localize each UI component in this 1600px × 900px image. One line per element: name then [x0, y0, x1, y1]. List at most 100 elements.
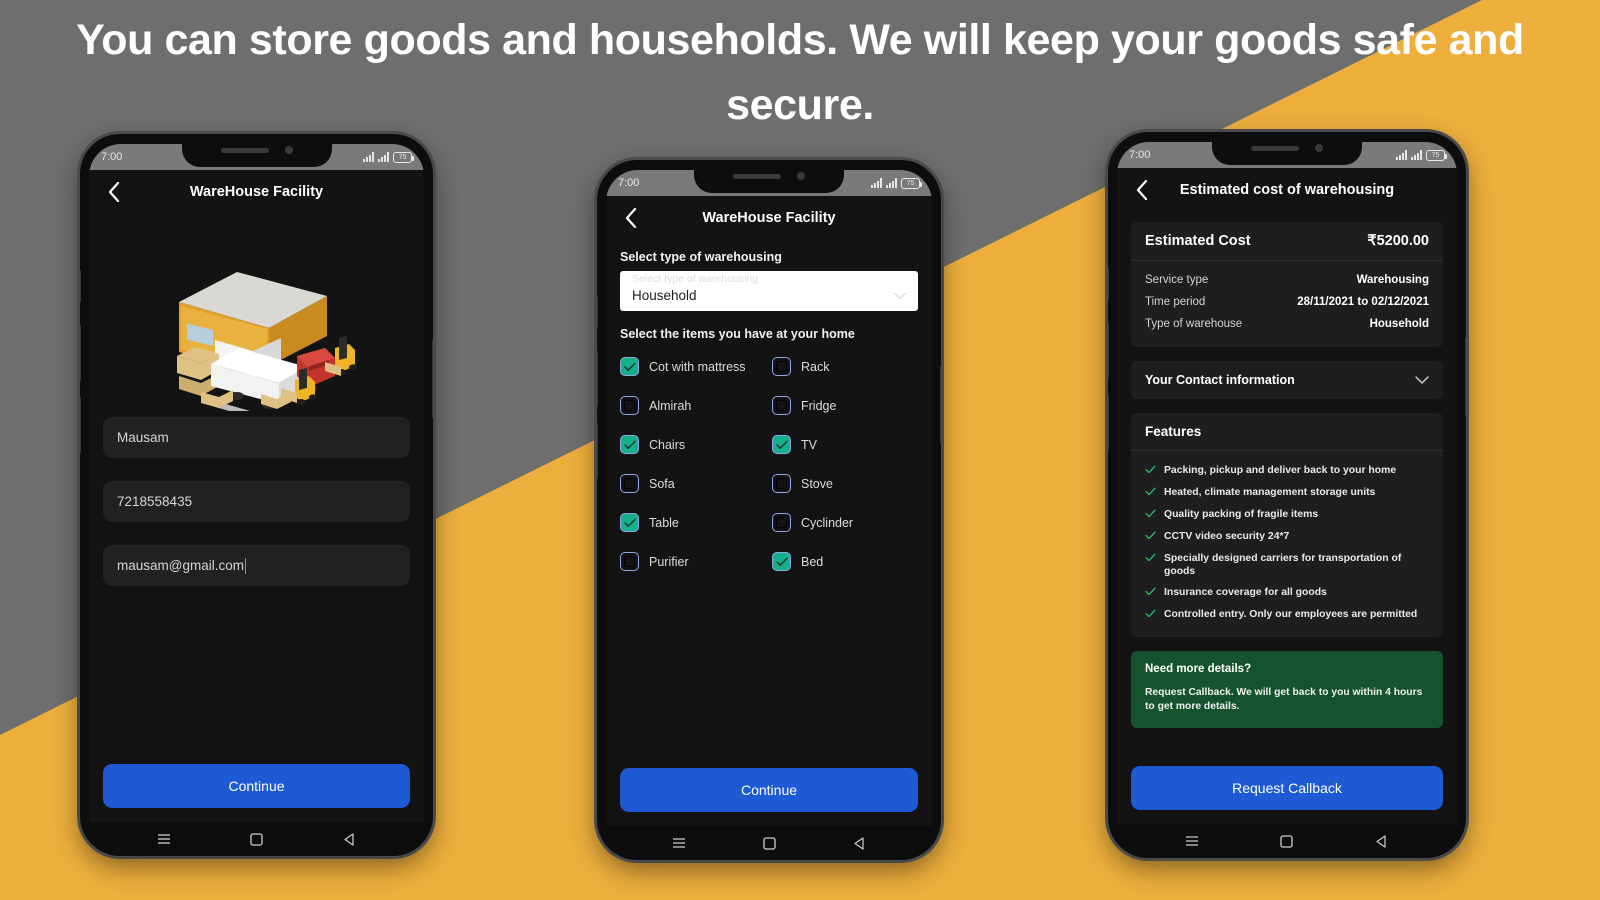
- estimated-cost-card: Estimated Cost ₹5200.00 Service type War…: [1131, 222, 1443, 347]
- checkbox-item[interactable]: Purifier: [620, 552, 766, 571]
- items-label: Select the items you have at your home: [620, 327, 855, 341]
- checkbox-label: Rack: [801, 359, 830, 374]
- back-triangle-icon[interactable]: [1374, 833, 1390, 849]
- checkbox-bed[interactable]: [772, 552, 791, 571]
- menu-icon[interactable]: [671, 835, 687, 851]
- checkbox-cyclinder[interactable]: [772, 513, 791, 532]
- warehousing-type-select[interactable]: Select type of warehousing Household: [620, 271, 918, 311]
- checkbox-cot-with-mattress[interactable]: [620, 357, 639, 376]
- checkbox-tv[interactable]: [772, 435, 791, 454]
- home-square-icon[interactable]: [249, 831, 265, 847]
- earpiece-speaker: [733, 173, 781, 179]
- phone2-side-button-mute: [597, 295, 598, 329]
- feature-item: Heated, climate management storage units: [1145, 482, 1429, 504]
- text-caret: [244, 557, 247, 574]
- phone-mockup-3: 7:00 75 Estimated cost of warehousing Es…: [1108, 132, 1466, 858]
- phone2-side-button-volume-down: [597, 422, 598, 480]
- home-square-icon[interactable]: [1279, 833, 1295, 849]
- chevron-down-icon[interactable]: [894, 287, 906, 305]
- chevron-down-icon[interactable]: [1415, 371, 1429, 389]
- front-camera: [1315, 144, 1323, 152]
- phone2-status-icons: 75: [871, 177, 922, 189]
- full-name-field[interactable]: Mausam: [103, 417, 410, 458]
- full-name-value: Mausam: [117, 430, 169, 445]
- checkbox-label: Sofa: [649, 476, 675, 491]
- checkbox-item[interactable]: TV: [772, 435, 918, 454]
- status-time: 7:00: [101, 151, 123, 163]
- phone3-button-dock: Request Callback: [1117, 766, 1457, 824]
- checkbox-label: Cot with mattress: [649, 359, 746, 374]
- phone-value: 7218558435: [117, 494, 193, 509]
- wifi-signal-icon: [378, 152, 389, 162]
- checkbox-item[interactable]: Cot with mattress: [620, 357, 766, 376]
- checkbox-item[interactable]: Bed: [772, 552, 918, 571]
- back-triangle-icon[interactable]: [851, 835, 867, 851]
- request-callback-button[interactable]: Request Callback: [1131, 766, 1443, 810]
- contact-information-accordion[interactable]: Your Contact information: [1131, 361, 1443, 399]
- contact-information-label: Your Contact information: [1145, 373, 1295, 387]
- warehousing-type-label: Select type of warehousing: [620, 250, 782, 264]
- continue-button[interactable]: Continue: [103, 764, 410, 808]
- battery-icon: 75: [1426, 149, 1447, 161]
- checkbox-item[interactable]: Fridge: [772, 396, 918, 415]
- checkbox-stove[interactable]: [772, 474, 791, 493]
- checkbox-purifier[interactable]: [620, 552, 639, 571]
- phone-field[interactable]: 7218558435: [103, 481, 410, 522]
- home-square-icon[interactable]: [761, 835, 777, 851]
- chevron-left-icon[interactable]: [101, 179, 127, 205]
- checkbox-item[interactable]: Sofa: [620, 474, 766, 493]
- phone1-screen: 7:00 75 WareHouse Facility Mausam 721855…: [89, 144, 424, 856]
- checkbox-label: Purifier: [649, 554, 689, 569]
- phone3-system-navbar: [1117, 824, 1457, 858]
- phone1-title: WareHouse Facility: [189, 184, 324, 200]
- features-card: Features Packing, pickup and deliver bac…: [1131, 413, 1443, 637]
- warehousing-type-placeholder: Select type of warehousing: [632, 273, 759, 285]
- chevron-left-icon[interactable]: [1129, 177, 1155, 203]
- email-value: mausam@gmail.com: [117, 558, 244, 573]
- checkbox-table[interactable]: [620, 513, 639, 532]
- checkbox-item[interactable]: Chairs: [620, 435, 766, 454]
- phone3-app-header: Estimated cost of warehousing: [1117, 168, 1457, 212]
- need-more-details-body: Request Callback. We will get back to yo…: [1145, 687, 1423, 712]
- checkbox-fridge[interactable]: [772, 396, 791, 415]
- phone2-system-navbar: [606, 826, 932, 860]
- checkbox-item[interactable]: Table: [620, 513, 766, 532]
- wifi-signal-icon: [1411, 150, 1422, 160]
- phone1-side-button-mute: [80, 269, 81, 303]
- phone2-button-dock: Continue: [606, 768, 932, 826]
- phone1-side-button-power: [432, 339, 433, 419]
- detail-row: Service type Warehousing: [1145, 269, 1429, 291]
- menu-icon[interactable]: [1184, 833, 1200, 849]
- checkbox-item[interactable]: Almirah: [620, 396, 766, 415]
- battery-icon: 75: [393, 151, 414, 163]
- checkbox-item[interactable]: Stove: [772, 474, 918, 493]
- phone3-notch: [1212, 142, 1362, 165]
- checkbox-chairs[interactable]: [620, 435, 639, 454]
- chevron-left-icon[interactable]: [618, 205, 644, 231]
- continue-button[interactable]: Continue: [620, 768, 918, 812]
- phone3-side-button-volume-up: [1108, 322, 1109, 380]
- checkbox-label: TV: [801, 437, 817, 452]
- checkbox-item[interactable]: Cyclinder: [772, 513, 918, 532]
- back-triangle-icon[interactable]: [342, 831, 358, 847]
- front-camera: [284, 146, 293, 154]
- items-checkbox-grid: Cot with mattress Rack Almirah Fridge Ch…: [620, 357, 918, 571]
- checkbox-item[interactable]: Rack: [772, 357, 918, 376]
- phone-mockup-1: 7:00 75 WareHouse Facility Mausam 721855…: [80, 134, 433, 856]
- detail-key: Service type: [1145, 274, 1209, 286]
- menu-icon[interactable]: [156, 831, 172, 847]
- checkbox-sofa[interactable]: [620, 474, 639, 493]
- check-icon: [1145, 509, 1156, 522]
- feature-item: Controlled entry. Only our employees are…: [1145, 604, 1429, 626]
- wifi-signal-icon: [886, 178, 897, 188]
- detail-key: Time period: [1145, 296, 1206, 308]
- warehouse-illustration: [103, 214, 410, 417]
- earpiece-speaker: [1251, 145, 1299, 151]
- checkbox-almirah[interactable]: [620, 396, 639, 415]
- checkbox-label: Fridge: [801, 398, 837, 413]
- email-field[interactable]: mausam@gmail.com: [103, 545, 410, 586]
- checkbox-label: Cyclinder: [801, 515, 854, 530]
- feature-text: Insurance coverage for all goods: [1164, 587, 1327, 598]
- check-icon: [1145, 587, 1156, 600]
- checkbox-rack[interactable]: [772, 357, 791, 376]
